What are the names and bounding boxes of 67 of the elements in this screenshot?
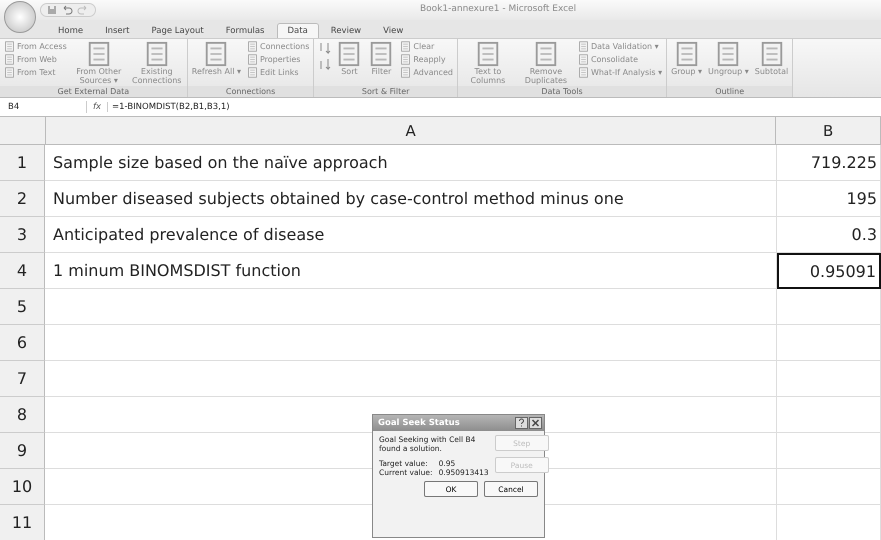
table-cell[interactable] <box>777 361 881 397</box>
ribbon-tab[interactable]: Review <box>320 24 372 38</box>
row-header[interactable]: 1 <box>0 145 45 181</box>
ribbon-tab[interactable]: Page Layout <box>142 24 214 38</box>
row-header[interactable]: 11 <box>0 505 45 540</box>
row-header[interactable]: 6 <box>0 325 45 361</box>
table-cell[interactable]: 719.225 <box>777 145 881 181</box>
table-cell[interactable] <box>777 469 881 505</box>
ribbon-tab[interactable]: Home <box>48 24 94 38</box>
group-label: Outline <box>667 86 792 97</box>
document-icon <box>246 54 258 65</box>
table-cell[interactable] <box>777 289 881 325</box>
ribbon-tab[interactable]: Data <box>276 23 319 38</box>
function-button[interactable]: fx <box>93 102 102 112</box>
table-cell[interactable] <box>45 325 777 361</box>
row-header[interactable]: 4 <box>0 253 45 289</box>
dialog-title: Goal Seek Status <box>378 418 460 428</box>
table-cell[interactable]: 195 <box>777 181 881 217</box>
save-icon[interactable] <box>47 5 57 15</box>
table-cell[interactable] <box>777 325 881 361</box>
row-header[interactable]: 9 <box>0 433 45 469</box>
redo-icon[interactable] <box>77 5 89 15</box>
formula-field[interactable]: =1-BINOMDIST(B2,B1,B3,1) <box>107 102 881 112</box>
column-header[interactable]: B <box>776 117 881 144</box>
document-icon <box>578 54 589 65</box>
document-icon <box>578 41 589 52</box>
help-icon[interactable] <box>515 417 528 429</box>
window-title: Book1-annexure1 - Microsoft Excel <box>420 4 576 14</box>
row-header[interactable]: 2 <box>0 181 45 217</box>
document-icon <box>246 67 258 78</box>
document-icon <box>400 54 412 65</box>
row-header[interactable]: 8 <box>0 397 45 433</box>
document-icon <box>4 54 15 65</box>
table-cell[interactable]: Anticipated prevalence of disease <box>45 217 777 253</box>
row-header[interactable]: 3 <box>0 217 45 253</box>
name-box[interactable]: B4 <box>0 101 87 113</box>
ribbon-tab[interactable]: View <box>373 24 414 38</box>
table-cell[interactable] <box>45 361 777 397</box>
row-header[interactable]: 5 <box>0 289 45 325</box>
document-icon <box>246 41 258 52</box>
document-icon <box>400 67 412 78</box>
column-header[interactable]: A <box>46 117 776 144</box>
row-header[interactable]: 7 <box>0 361 45 397</box>
sort-descending-icon[interactable] <box>318 57 332 71</box>
table-cell[interactable] <box>45 289 777 325</box>
group-label: Sort & Filter <box>314 86 457 97</box>
group-label: Data Tools <box>458 86 666 97</box>
document-icon <box>578 67 589 78</box>
close-icon[interactable] <box>529 417 542 429</box>
undo-icon[interactable] <box>61 5 73 15</box>
table-cell[interactable]: 0.3 <box>777 217 881 253</box>
table-cell[interactable]: 1 minum BINOMSDIST function <box>45 253 777 289</box>
document-icon <box>4 41 15 52</box>
ribbon-tab[interactable]: Formulas <box>216 24 274 38</box>
table-cell[interactable]: Sample size based on the naïve approach <box>45 145 777 181</box>
table-cell[interactable] <box>777 397 881 433</box>
group-label: Get External Data <box>0 86 187 97</box>
ribbon-tab[interactable]: Insert <box>95 24 140 38</box>
office-button[interactable] <box>4 1 36 33</box>
table-cell[interactable]: Number diseased subjects obtained by case-control method minus one <box>45 181 777 217</box>
table-cell[interactable] <box>777 433 881 469</box>
sort-ascending-icon[interactable] <box>318 41 332 55</box>
document-icon <box>400 41 412 52</box>
row-header[interactable]: 10 <box>0 469 45 505</box>
group-label: Connections <box>188 86 314 97</box>
table-cell[interactable]: 0.95091 <box>777 253 881 289</box>
document-icon <box>4 67 15 78</box>
